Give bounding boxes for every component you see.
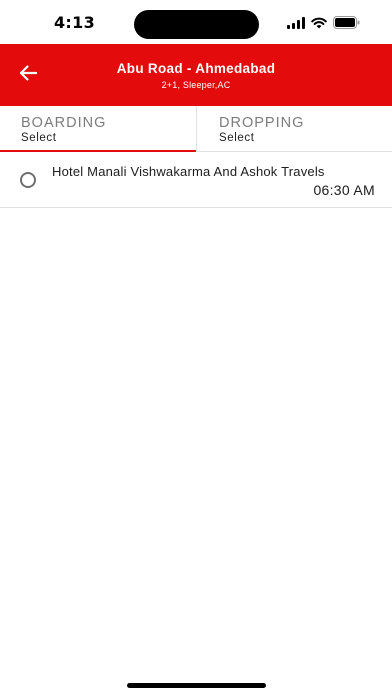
- tab-dropping-value: Select: [219, 132, 255, 144]
- bus-type-subtitle: 2+1, Sleeper,AC: [161, 80, 231, 90]
- route-title: Abu Road - Ahmedabad: [116, 61, 276, 76]
- list-item[interactable]: Hotel Manali Vishwakarma And Ashok Trave…: [0, 152, 392, 208]
- back-button[interactable]: [12, 59, 44, 91]
- header-text: Abu Road - Ahmedabad 2+1, Sleeper,AC: [60, 44, 332, 106]
- tab-boarding[interactable]: BOARDING Select: [0, 106, 196, 152]
- screen: 4:13 Abu Road - Ahmedabad 2+1, Sleeper,A…: [0, 0, 392, 696]
- status-bar: 4:13: [0, 0, 392, 44]
- status-icons: [287, 16, 360, 29]
- arrow-left-icon: [18, 63, 38, 88]
- status-time: 4:13: [54, 13, 95, 32]
- battery-icon: [333, 16, 360, 29]
- point-name: Hotel Manali Vishwakarma And Ashok Trave…: [52, 164, 325, 179]
- cellular-signal-icon: [287, 16, 305, 29]
- app-header: Abu Road - Ahmedabad 2+1, Sleeper,AC: [0, 44, 392, 106]
- radio-button[interactable]: [20, 172, 36, 188]
- boarding-point-list: Hotel Manali Vishwakarma And Ashok Trave…: [0, 152, 392, 208]
- home-indicator: [127, 683, 266, 688]
- tab-dropping[interactable]: DROPPING Select: [196, 106, 392, 151]
- tab-boarding-value: Select: [21, 132, 57, 144]
- dynamic-island: [134, 10, 259, 39]
- tab-boarding-heading: BOARDING: [21, 115, 107, 131]
- point-tabs: BOARDING Select DROPPING Select: [0, 106, 392, 152]
- point-time: 06:30 AM: [313, 182, 375, 198]
- tab-dropping-heading: DROPPING: [219, 115, 305, 131]
- wifi-icon: [311, 17, 327, 29]
